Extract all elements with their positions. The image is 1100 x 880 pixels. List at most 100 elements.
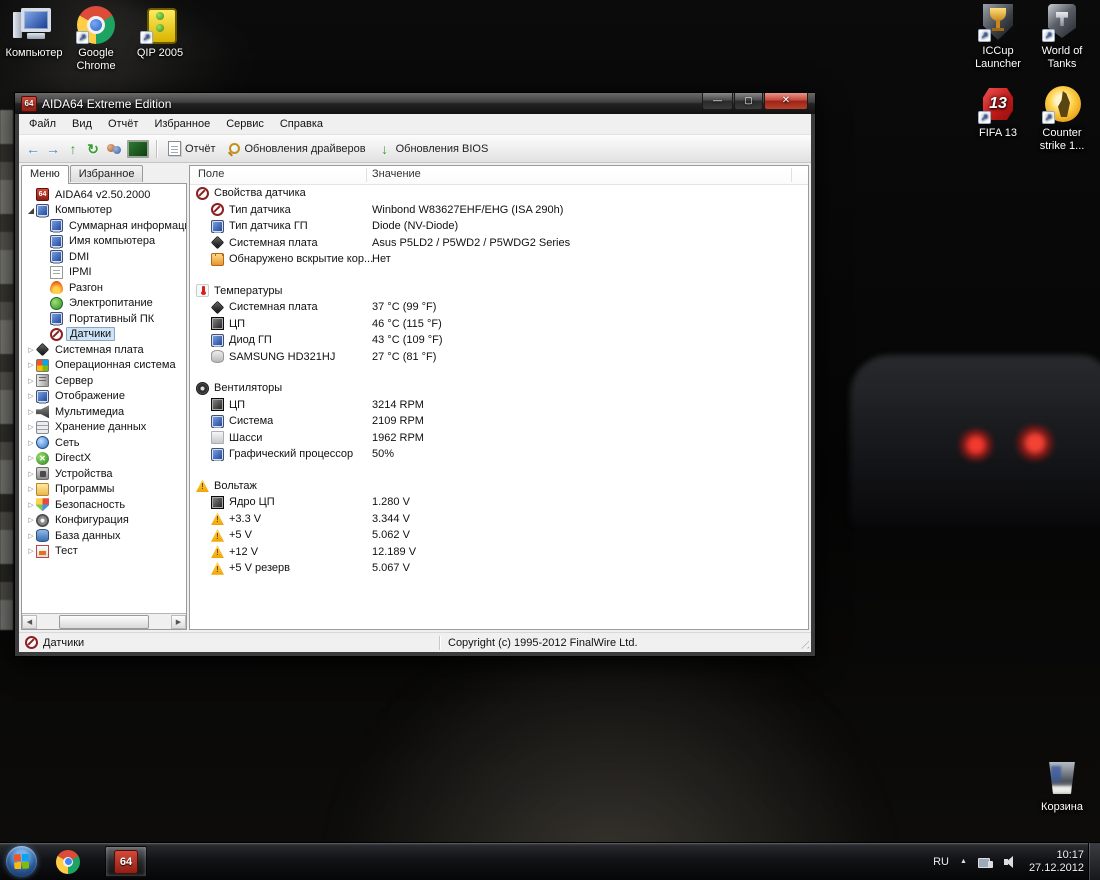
refresh-button[interactable]: ↻ <box>83 139 103 159</box>
desktop-icon-qip[interactable]: ↗ QIP 2005 <box>128 6 192 60</box>
scroll-right-arrow[interactable]: ▶ <box>171 615 186 629</box>
sensor-row[interactable]: +5 V5.062 V <box>190 527 808 544</box>
horizontal-scrollbar[interactable]: ◀ ▶ <box>22 613 186 629</box>
driver-updates-button[interactable]: Обновления драйверов <box>221 140 371 157</box>
desktop-icon-fifa[interactable]: 13↗ FIFA 13 <box>966 86 1030 140</box>
desktop-icon-wot[interactable]: ↗ World of Tanks <box>1030 4 1094 71</box>
desktop-icon-iccup[interactable]: ↗ ICCup Launcher <box>966 4 1030 71</box>
tree-expander[interactable]: ▷ <box>26 346 36 354</box>
taskbar-aida64-button[interactable]: 64 <box>105 846 147 877</box>
menu-item-1[interactable]: Вид <box>64 116 100 132</box>
start-button[interactable] <box>6 846 37 877</box>
tree-item[interactable]: ▷DirectX <box>22 451 186 467</box>
column-header-value[interactable]: Значение <box>372 168 421 180</box>
close-button[interactable]: ✕ <box>764 93 808 110</box>
sensor-row[interactable]: Обнаружено вскрытие кор...Нет <box>190 251 808 268</box>
sensor-row[interactable]: +3.3 V3.344 V <box>190 511 808 528</box>
tree-item[interactable]: ▷Операционная система <box>22 358 186 374</box>
column-header-field[interactable]: Поле <box>198 168 224 180</box>
taskbar-chrome-button[interactable] <box>47 846 89 877</box>
section-header[interactable]: Вольтаж <box>190 478 808 495</box>
tree-item[interactable]: ▷Конфигурация <box>22 513 186 529</box>
taskbar-clock[interactable]: 10:17 27.12.2012 <box>1029 849 1084 875</box>
sensor-row[interactable]: ЦП3214 RPM <box>190 397 808 414</box>
tree-item[interactable]: Датчики <box>22 327 186 343</box>
tree-item[interactable]: ▷Безопасность <box>22 497 186 513</box>
tree-expander[interactable]: ▷ <box>26 423 36 431</box>
tree-item[interactable]: ▷Тест <box>22 544 186 560</box>
column-headers[interactable]: Поле Значение <box>190 166 808 185</box>
tree-item[interactable]: ▷Устройства <box>22 466 186 482</box>
menu-item-0[interactable]: Файл <box>21 116 64 132</box>
tree-item[interactable]: IPMI <box>22 265 186 281</box>
forward-button[interactable]: → <box>43 139 63 159</box>
tree-item[interactable]: ▷База данных <box>22 528 186 544</box>
sensor-row[interactable]: Шасси1962 RPM <box>190 430 808 447</box>
tree-item[interactable]: ▷Сервер <box>22 373 186 389</box>
tree-item[interactable]: ▷Программы <box>22 482 186 498</box>
desktop-icon-computer[interactable]: Компьютер <box>2 6 66 60</box>
sensor-row[interactable]: +12 V12.189 V <box>190 544 808 561</box>
maximize-button[interactable]: ▢ <box>734 93 763 110</box>
section-header[interactable]: Вентиляторы <box>190 380 808 397</box>
tree-item[interactable]: ▷Системная плата <box>22 342 186 358</box>
up-button[interactable]: ↑ <box>63 139 83 159</box>
tree-item[interactable]: ▷Сеть <box>22 435 186 451</box>
sensor-row[interactable]: Системная платаAsus P5LD2 / P5WD2 / P5WD… <box>190 235 808 252</box>
tree-item[interactable]: ◢Компьютер <box>22 203 186 219</box>
tree-expander[interactable]: ◢ <box>26 206 36 215</box>
tree-expander[interactable]: ▷ <box>26 516 36 524</box>
network-icon[interactable] <box>978 856 993 868</box>
tree-item[interactable]: ▷Отображение <box>22 389 186 405</box>
tree-expander[interactable]: ▷ <box>26 470 36 478</box>
report-button[interactable]: Отчёт <box>162 139 221 158</box>
sensor-row[interactable]: Тип датчика ГПDiode (NV-Diode) <box>190 218 808 235</box>
tree-expander[interactable]: ▷ <box>26 439 36 447</box>
tree-expander[interactable]: ▷ <box>26 454 36 462</box>
tree-expander[interactable]: ▷ <box>26 392 36 400</box>
desktop-icon-recycle-bin[interactable]: Корзина <box>1030 760 1094 814</box>
desktop-icon-cs[interactable]: ↗ Counter strike 1... <box>1030 86 1094 153</box>
section-header[interactable]: Температуры <box>190 283 808 300</box>
title-bar[interactable]: 64 AIDA64 Extreme Edition — ▢ ✕ <box>15 93 815 114</box>
menu-item-2[interactable]: Отчёт <box>100 116 146 132</box>
tree-item[interactable]: ▷Мультимедиа <box>22 404 186 420</box>
tree-item[interactable]: Разгон <box>22 280 186 296</box>
tree-item[interactable]: 64AIDA64 v2.50.2000 <box>22 187 186 203</box>
tree-expander[interactable]: ▷ <box>26 547 36 555</box>
sidebar-tab-1[interactable]: Избранное <box>70 165 144 182</box>
desktop-icon-chrome[interactable]: ↗ Google Chrome <box>64 6 128 73</box>
resize-grip[interactable] <box>797 637 809 649</box>
sensor-row[interactable]: Системная плата37 °C (99 °F) <box>190 299 808 316</box>
show-desktop-button[interactable] <box>1088 843 1100 880</box>
sensor-row[interactable]: +5 V резерв5.067 V <box>190 560 808 577</box>
sensor-row[interactable]: ЦП46 °C (115 °F) <box>190 316 808 333</box>
tree-item[interactable]: Суммарная информация <box>22 218 186 234</box>
sensor-row[interactable]: Тип датчикаWinbond W83627EHF/EHG (ISA 29… <box>190 202 808 219</box>
tree-expander[interactable]: ▷ <box>26 408 36 416</box>
menu-item-3[interactable]: Избранное <box>146 116 218 132</box>
screen-icon[interactable] <box>127 140 149 158</box>
volume-icon[interactable] <box>1004 856 1018 868</box>
tree-expander[interactable]: ▷ <box>26 361 36 369</box>
sensor-row[interactable]: Графический процессор50% <box>190 446 808 463</box>
tree-expander[interactable]: ▷ <box>26 532 36 540</box>
tree-expander[interactable]: ▷ <box>26 501 36 509</box>
tree-expander[interactable]: ▷ <box>26 485 36 493</box>
menu-item-5[interactable]: Справка <box>272 116 331 132</box>
tree-item[interactable]: Имя компьютера <box>22 234 186 250</box>
scroll-left-arrow[interactable]: ◀ <box>22 615 37 629</box>
minimize-button[interactable]: — <box>702 93 733 110</box>
sidebar-tab-0[interactable]: Меню <box>21 165 69 184</box>
tree-item[interactable]: DMI <box>22 249 186 265</box>
language-indicator[interactable]: RU <box>933 856 949 868</box>
tree-item[interactable]: Портативный ПК <box>22 311 186 327</box>
menu-item-4[interactable]: Сервис <box>218 116 272 132</box>
sensor-row[interactable]: Диод ГП43 °C (109 °F) <box>190 332 808 349</box>
section-header[interactable]: Свойства датчика <box>190 185 808 202</box>
sensor-row[interactable]: Система2109 RPM <box>190 413 808 430</box>
back-button[interactable]: ← <box>23 139 43 159</box>
users-icon[interactable] <box>105 142 123 156</box>
bios-updates-button[interactable]: ↓ Обновления BIOS <box>372 137 495 161</box>
tree-expander[interactable]: ▷ <box>26 377 36 385</box>
